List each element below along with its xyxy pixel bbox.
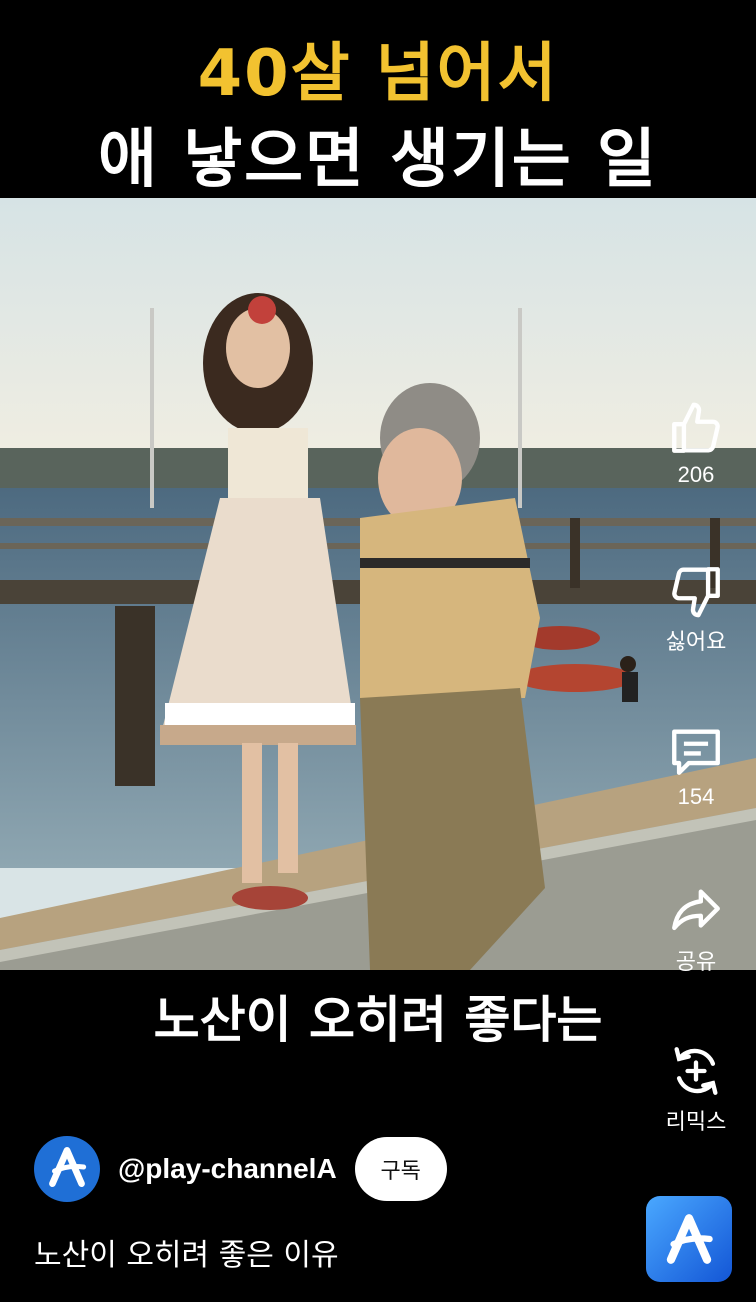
channel-logo-icon: [42, 1142, 92, 1196]
dislike-button[interactable]: 싫어요: [636, 562, 756, 656]
comment-count: 154: [677, 784, 715, 809]
comments-button[interactable]: 154: [636, 722, 756, 810]
remix-icon: [636, 1042, 756, 1100]
thumbs-up-icon: [636, 400, 756, 458]
share-label: 공유: [675, 949, 717, 974]
remix-button[interactable]: 리믹스: [636, 1042, 756, 1136]
channel-avatar[interactable]: [34, 1136, 100, 1202]
share-icon: [636, 882, 756, 940]
thumbs-down-icon: [636, 562, 756, 620]
like-count: 206: [677, 462, 715, 487]
app-logo-icon[interactable]: [646, 1196, 732, 1282]
remix-label: 리믹스: [665, 1109, 727, 1134]
video-description[interactable]: 노산이 오히려 좋은 이유: [34, 1230, 339, 1274]
dislike-label: 싫어요: [665, 629, 727, 654]
title-line-1: 40살 넘어서: [197, 37, 559, 111]
like-button[interactable]: 206: [636, 400, 756, 488]
title-line-2: 애 낳으면 생기는 일: [98, 123, 658, 197]
channel-row: @play-channelA 구독: [34, 1136, 447, 1202]
share-button[interactable]: 공유: [636, 882, 756, 976]
comment-icon: [636, 722, 756, 780]
subscribe-button[interactable]: 구독: [354, 1137, 447, 1201]
channel-handle[interactable]: @play-channelA: [118, 1153, 337, 1185]
